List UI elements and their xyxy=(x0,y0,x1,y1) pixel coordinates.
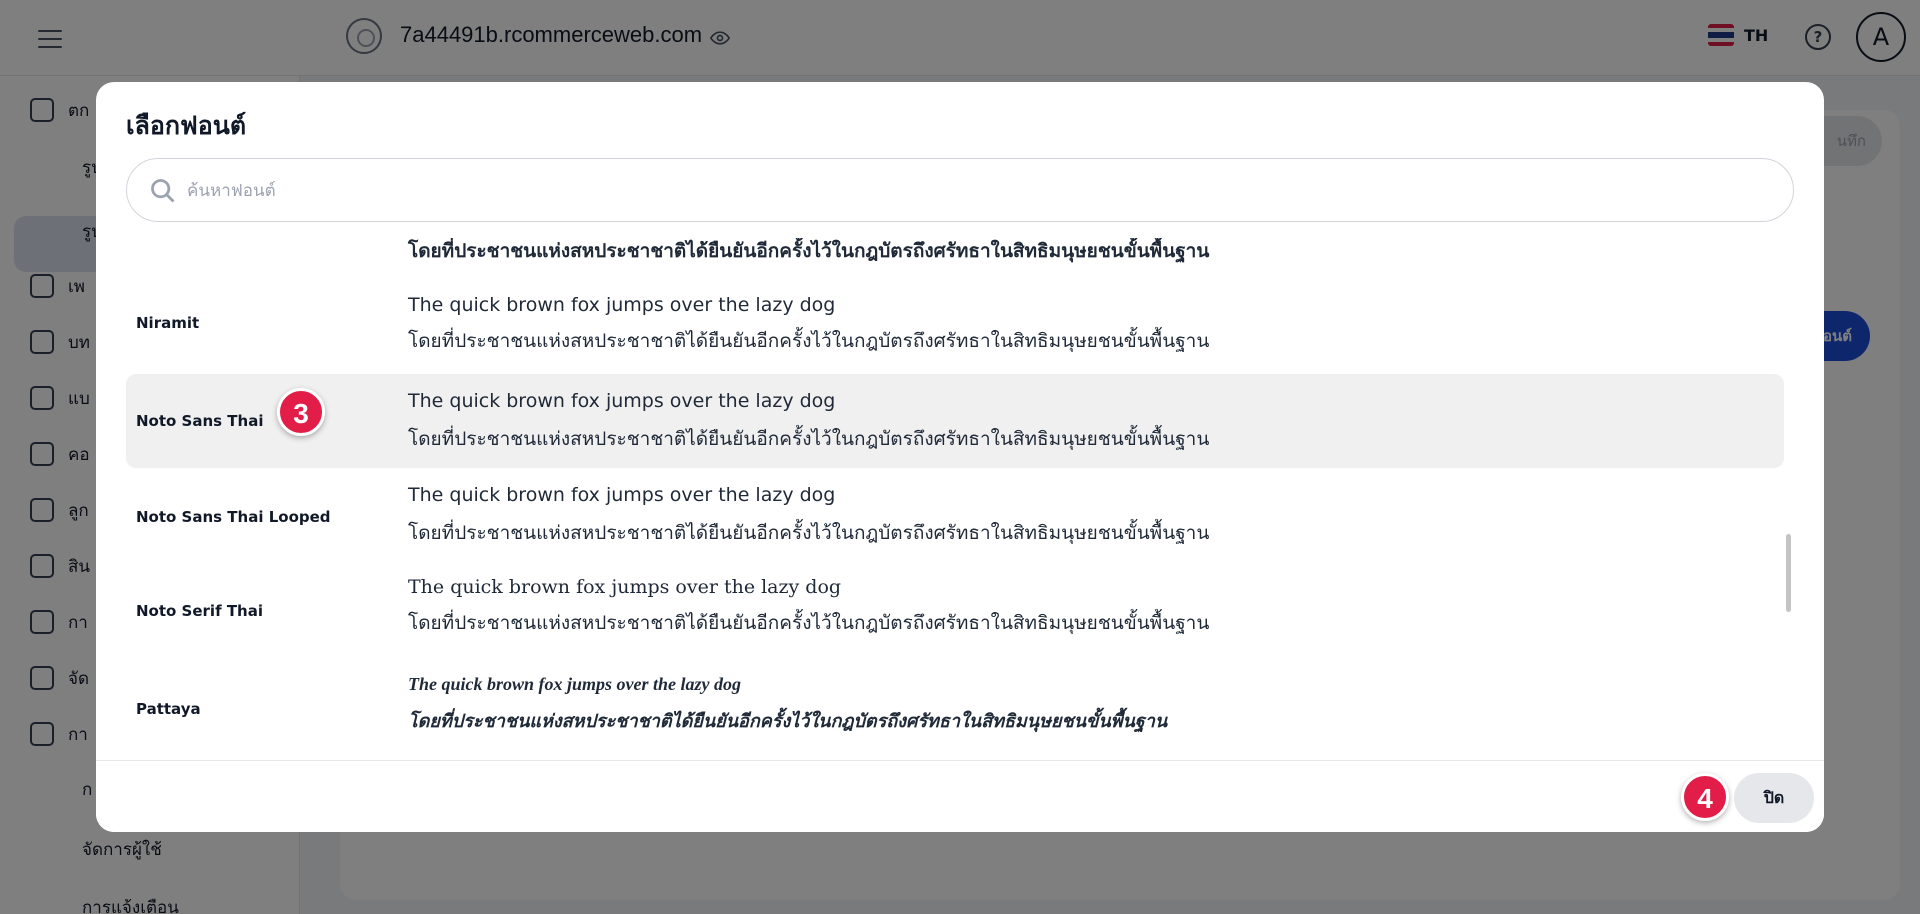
dialog-title: เลือกฟอนต์ xyxy=(126,111,247,140)
font-preview-thai: โดยที่ประชาชนแห่งสหประชาชาติได้ยืนยันอีก… xyxy=(408,428,1210,450)
font-preview-thai: โดยที่ประชาชนแห่งสหประชาชาติได้ยืนยันอีก… xyxy=(408,240,1210,262)
font-name: Niramit xyxy=(136,314,200,332)
font-option-pattaya[interactable]: Pattaya The quick brown fox jumps over t… xyxy=(126,658,1784,748)
font-option-noto-sans-thai[interactable]: Noto Sans Thai The quick brown fox jumps… xyxy=(126,374,1784,468)
step-badge-4: 4 xyxy=(1681,773,1729,821)
close-button[interactable]: ปิด xyxy=(1734,773,1814,823)
font-preview-english: The quick brown fox jumps over the lazy … xyxy=(408,484,836,506)
font-search-input[interactable] xyxy=(187,169,1767,213)
font-picker-dialog: เลือกฟอนต์ โดยที่ประชาชนแห่งสหประชาชาติไ… xyxy=(96,82,1824,832)
font-preview-english: The quick brown fox jumps over the lazy … xyxy=(408,576,842,598)
step-badge-3: 3 xyxy=(277,388,325,436)
font-preview-english: The quick brown fox jumps over the lazy … xyxy=(408,390,836,412)
font-name: Noto Sans Thai Looped xyxy=(136,508,331,526)
font-preview-english: The quick brown fox jumps over the lazy … xyxy=(408,674,742,694)
search-icon xyxy=(151,179,175,203)
font-preview-english: The quick brown fox jumps over the lazy … xyxy=(408,294,836,316)
font-name: Noto Sans Thai xyxy=(136,412,264,430)
font-preview-thai: โดยที่ประชาชนแห่งสหประชาชาติได้ยืนยันอีก… xyxy=(408,522,1210,544)
font-option-noto-sans-thai-looped[interactable]: Noto Sans Thai Looped The quick brown fo… xyxy=(126,470,1784,560)
font-name: Noto Serif Thai xyxy=(136,602,263,620)
scrollbar-thumb[interactable] xyxy=(1786,534,1791,612)
font-option-niramit[interactable]: Niramit The quick brown fox jumps over t… xyxy=(126,282,1784,366)
font-option-partial[interactable]: โดยที่ประชาชนแห่งสหประชาชาติได้ยืนยันอีก… xyxy=(126,238,1784,274)
search-box[interactable] xyxy=(126,158,1794,222)
font-list: โดยที่ประชาชนแห่งสหประชาชาติได้ยืนยันอีก… xyxy=(96,238,1824,760)
font-preview-thai: โดยที่ประชาชนแห่งสหประชาชาติได้ยืนยันอีก… xyxy=(408,330,1210,352)
font-preview-thai: โดยที่ประชาชนแห่งสหประชาชาติได้ยืนยันอีก… xyxy=(408,612,1210,634)
font-option-noto-serif-thai[interactable]: Noto Serif Thai The quick brown fox jump… xyxy=(126,564,1784,652)
font-name: Pattaya xyxy=(136,700,201,718)
dialog-footer: ปิด xyxy=(96,760,1824,832)
font-preview-thai: โดยที่ประชาชนแห่งสหประชาชาติได้ยืนยันอีก… xyxy=(408,711,1168,731)
